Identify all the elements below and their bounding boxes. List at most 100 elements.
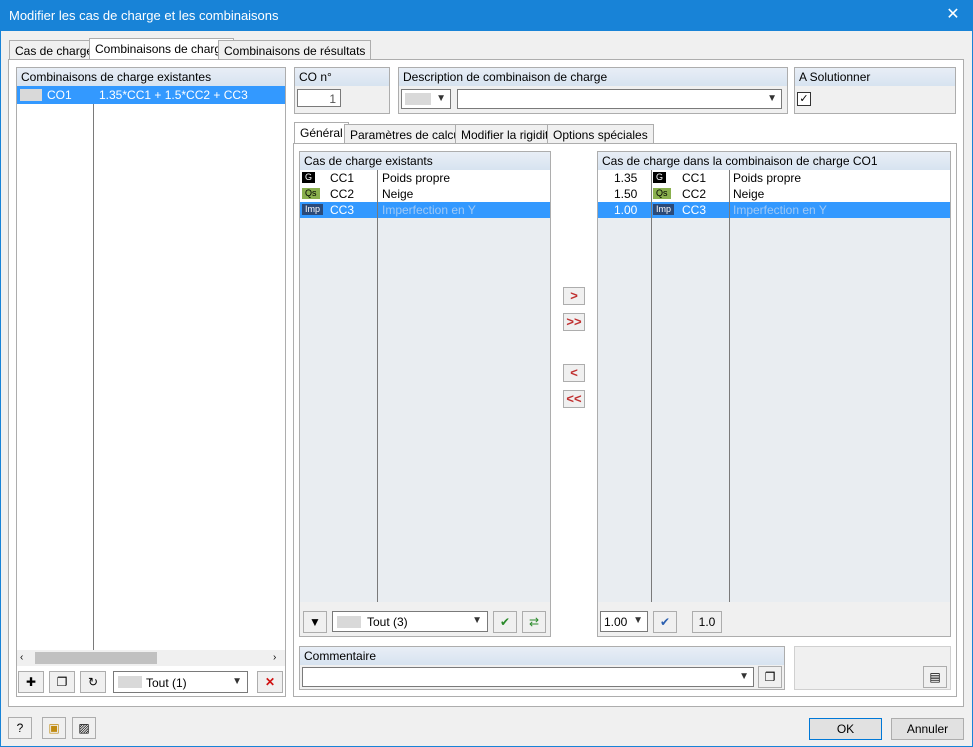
description-group: Description de combinaison de charge ▼ ▼ [398,67,788,114]
existing-cases-header: Cas de charge existants [300,152,550,170]
case-tag: G [653,172,667,183]
comment-input[interactable]: ▼ [302,667,754,687]
color-swatch [405,93,431,105]
list-item[interactable]: Imp CC3 Imperfection en Y [300,202,550,218]
color-swatch [118,676,142,688]
remove-case-button[interactable]: < [563,364,585,382]
chevron-down-icon: ▼ [633,615,643,626]
case-id: CC1 [330,171,355,185]
tab-result-combinations[interactable]: Combinaisons de résultats [218,40,372,60]
co-number-group: CO n° 1 [294,67,390,114]
case-factor[interactable]: 1.50 [614,187,637,201]
tab-load-combinations[interactable]: Combinaisons de charge [89,38,234,60]
chevron-down-icon: ▼ [436,93,446,104]
renumber-icon[interactable]: ↻ [80,671,106,693]
column-divider [377,170,378,602]
close-icon[interactable]: ✕ [941,3,965,27]
case-name: Neige [382,187,414,201]
color-swatch [337,616,361,628]
scroll-left-icon[interactable]: ‹ [20,652,23,663]
apply-factor-icon[interactable]: ✔ [653,611,677,633]
window-title: Modifier les cas de charge et les combin… [9,8,279,23]
add-case-button[interactable]: > [563,287,585,305]
solve-label: A Solutionner [795,68,955,86]
list-item[interactable]: G CC1 Poids propre [300,170,550,186]
description-label: Description de combinaison de charge [399,68,787,86]
column-divider [729,170,730,602]
tab-general[interactable]: Général [294,122,349,144]
ok-button[interactable]: OK [809,718,882,740]
extra-group: ▤ [794,646,951,690]
case-id: CC2 [682,187,707,201]
list-item[interactable]: Qs CC2 Neige [300,186,550,202]
select-all-icon[interactable]: ✔ [493,611,517,633]
tab-modify-stiffness[interactable]: Modifier la rigidité [455,124,562,144]
delete-icon[interactable]: ✕ [257,671,283,693]
co-number-field[interactable]: 1 [297,89,341,107]
case-tag: Qs [302,188,320,199]
tab-load-cases[interactable]: Cas de charge [9,40,100,60]
combo-id: CO1 [47,88,72,102]
existing-cases-panel: Cas de charge existants G CC1 Poids prop… [299,151,551,637]
list-item[interactable]: CO1 1.35*CC1 + 1.5*CC2 + CC3 [17,86,285,104]
case-id: CC3 [682,203,707,217]
case-id: CC1 [682,171,707,185]
factor-value: 1.00 [604,615,628,629]
color-swatch [20,89,42,101]
comment-group: Commentaire ▼ ❐ [299,646,785,690]
case-name: Imperfection en Y [733,203,827,217]
case-name: Imperfection en Y [382,203,476,217]
case-name: Poids propre [733,171,802,185]
combo-formula: 1.35*CC1 + 1.5*CC2 + CC3 [99,88,248,102]
combo-filter-select[interactable]: Tout (1) ▼ [113,671,248,693]
add-all-cases-button[interactable]: >> [563,313,585,331]
case-id: CC3 [330,203,355,217]
solve-group: A Solutionner ✓ [794,67,956,114]
combo-cases-header: Cas de charge dans la combinaison de cha… [598,152,950,170]
case-factor[interactable]: 1.35 [614,171,637,185]
image-icon[interactable]: ▤ [923,666,947,688]
horizontal-scrollbar[interactable]: ‹ › [17,650,285,666]
chevron-down-icon: ▼ [767,93,777,104]
invert-selection-icon[interactable]: ⇄ [522,611,546,633]
scroll-right-icon[interactable]: › [273,652,276,663]
combo-filter-value: Tout (1) [146,676,187,690]
case-tag: Imp [302,204,324,215]
title-bar: Modifier les cas de charge et les combin… [0,0,973,31]
column-divider [651,170,652,602]
open-icon[interactable]: ▣ [42,717,66,739]
chevron-down-icon: ▼ [472,615,482,626]
tab-special-options[interactable]: Options spéciales [547,124,654,144]
case-name: Neige [733,187,765,201]
help-icon[interactable]: ? [8,717,32,739]
save-icon[interactable]: ▨ [72,717,96,739]
chevron-down-icon: ▼ [739,671,749,682]
solve-checkbox[interactable]: ✓ [797,92,811,106]
filter-icon[interactable]: ▼ [303,611,327,633]
column-divider [93,104,94,650]
reset-factor-button[interactable]: 1.0 [692,611,722,633]
cases-filter-select[interactable]: Tout (3) ▼ [332,611,488,632]
existing-cases-list [300,170,550,602]
remove-all-cases-button[interactable]: << [563,390,585,408]
existing-combinations-header: Combinaisons de charge existantes [17,68,285,86]
description-input[interactable]: ▼ [457,89,782,109]
combo-cases-panel: Cas de charge dans la combinaison de cha… [597,151,951,637]
co-number-label: CO n° [295,68,389,86]
case-tag: Qs [653,188,671,199]
case-factor[interactable]: 1.00 [614,203,637,217]
case-id: CC2 [330,187,355,201]
description-color-select[interactable]: ▼ [401,89,451,109]
comment-library-icon[interactable]: ❐ [758,666,782,688]
new-combination-icon[interactable]: ✚ [18,671,44,693]
factor-select[interactable]: 1.00 ▼ [600,611,648,632]
existing-combinations-panel: Combinaisons de charge existantes CO1 1.… [16,67,286,697]
comment-label: Commentaire [300,647,784,665]
cases-filter-value: Tout (3) [367,615,408,629]
scrollbar-thumb[interactable] [35,652,157,664]
cancel-button[interactable]: Annuler [891,718,964,740]
tab-calculation-parameters[interactable]: Paramètres de calcul [344,124,469,144]
copy-combination-icon[interactable]: ❐ [49,671,75,693]
case-tag: G [302,172,316,183]
case-tag: Imp [653,204,675,215]
